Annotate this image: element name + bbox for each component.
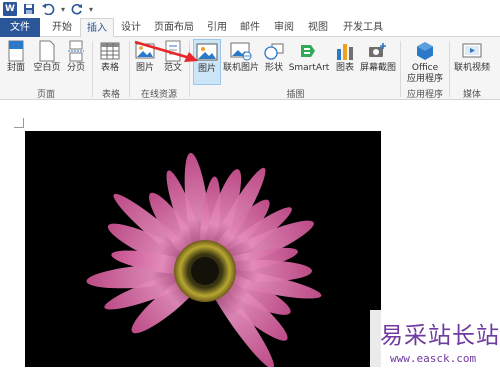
picture-resource-label: 图片 — [135, 63, 154, 73]
picture-resource-icon — [132, 39, 158, 63]
office-apps-label-line2: 应用程序 — [406, 74, 443, 84]
chart-button[interactable]: 图表 — [333, 39, 357, 85]
customize-qat-icon[interactable]: ▾ — [89, 2, 93, 16]
insert-picture-icon — [194, 40, 220, 64]
online-picture-icon — [228, 39, 254, 63]
group-label-pages: 页面 — [36, 90, 55, 100]
cover-page-button[interactable]: 封面 — [3, 39, 29, 85]
group-separator — [129, 41, 130, 97]
shapes-icon — [261, 39, 287, 63]
screenshot-label: 屏幕截图 — [359, 63, 396, 73]
template-icon — [160, 39, 186, 63]
online-picture-label: 联机图片 — [222, 63, 259, 73]
page-break-button[interactable]: 分页 — [64, 39, 88, 85]
group-label-apps: 应用程序 — [406, 90, 443, 100]
smartart-button[interactable]: SmartArt — [288, 39, 330, 85]
template-button[interactable]: 范文 — [160, 39, 186, 85]
blank-page-icon — [34, 39, 60, 63]
flower-graphic — [86, 152, 322, 367]
group-label-illustrations: 插图 — [286, 90, 305, 100]
table-label: 表格 — [100, 63, 119, 73]
smartart-icon — [296, 39, 322, 63]
tab-references[interactable]: 引用 — [203, 18, 231, 37]
insert-picture-button[interactable]: 图片 — [193, 39, 221, 85]
save-icon[interactable] — [23, 2, 35, 16]
blank-page-button[interactable]: 空白页 — [31, 39, 63, 85]
blank-page-label: 空白页 — [33, 63, 61, 73]
tab-insert[interactable]: 插入 — [80, 18, 114, 38]
tab-view[interactable]: 视图 — [304, 18, 332, 37]
online-video-label: 联机视频 — [453, 63, 490, 73]
watermark-title: 易采站长站 — [380, 323, 500, 349]
tab-home[interactable]: 开始 — [44, 18, 80, 37]
redo-icon[interactable] — [71, 2, 83, 16]
screenshot-button[interactable]: 屏幕截图 — [358, 39, 398, 85]
table-button[interactable]: 表格 — [97, 39, 123, 85]
tab-mailings[interactable]: 邮件 — [236, 18, 264, 37]
template-label: 范文 — [163, 63, 182, 73]
chart-icon — [332, 39, 358, 63]
picture-resource-button[interactable]: 图片 — [133, 39, 157, 85]
group-separator — [449, 41, 450, 97]
office-apps-button[interactable]: Office 应用程序 — [403, 39, 447, 85]
shapes-label: 形状 — [264, 63, 283, 73]
insert-picture-label: 图片 — [197, 64, 216, 74]
undo-icon[interactable] — [41, 2, 55, 16]
table-icon — [97, 39, 123, 63]
online-video-icon — [459, 39, 485, 63]
page-margin-marker — [14, 118, 24, 128]
word-logo-icon: W — [3, 2, 17, 16]
smartart-label: SmartArt — [288, 63, 330, 73]
site-watermark: 易采站长站 www.easck.com — [370, 310, 500, 374]
tab-developer[interactable]: 开发工具 — [338, 18, 388, 37]
page-break-icon — [63, 39, 89, 63]
group-label-tables: 表格 — [101, 90, 120, 100]
group-label-media: 媒体 — [462, 90, 481, 100]
screenshot-icon — [365, 39, 391, 63]
office-apps-icon — [412, 39, 438, 63]
ribbon-insert: 封面 空白页 分页 页面 表格 表格 图片 范文 在线资源 图片 联机图片 形状… — [0, 37, 500, 100]
office-apps-label-line1: Office — [411, 63, 439, 73]
ribbon-tabs: 文件 开始 插入 设计 页面布局 引用 邮件 审阅 视图 开发工具 — [0, 18, 500, 38]
quick-access-toolbar: W ▾ ▾ — [0, 0, 500, 18]
chart-label: 图表 — [335, 63, 354, 73]
tab-file[interactable]: 文件 — [0, 18, 40, 37]
group-separator — [92, 41, 93, 97]
tab-page-layout[interactable]: 页面布局 — [150, 18, 198, 37]
tab-review[interactable]: 审阅 — [270, 18, 298, 37]
online-picture-button[interactable]: 联机图片 — [222, 39, 260, 85]
group-separator — [189, 41, 190, 97]
flower-image[interactable] — [25, 131, 381, 367]
flower-center-core — [191, 257, 219, 285]
group-label-online-resources: 在线资源 — [140, 90, 177, 100]
group-separator — [400, 41, 401, 97]
online-video-button[interactable]: 联机视频 — [452, 39, 492, 85]
word-window: W ▾ ▾ 文件 开始 插入 设计 页面布局 引用 邮件 审阅 视图 开发工具 … — [0, 0, 500, 374]
watermark-url: www.easck.com — [390, 352, 477, 365]
tab-design[interactable]: 设计 — [116, 18, 146, 37]
shapes-button[interactable]: 形状 — [262, 39, 286, 85]
page-break-label: 分页 — [66, 63, 85, 73]
cover-page-label: 封面 — [6, 63, 25, 73]
cover-page-icon — [3, 39, 29, 63]
undo-dropdown-icon[interactable]: ▾ — [61, 2, 65, 16]
